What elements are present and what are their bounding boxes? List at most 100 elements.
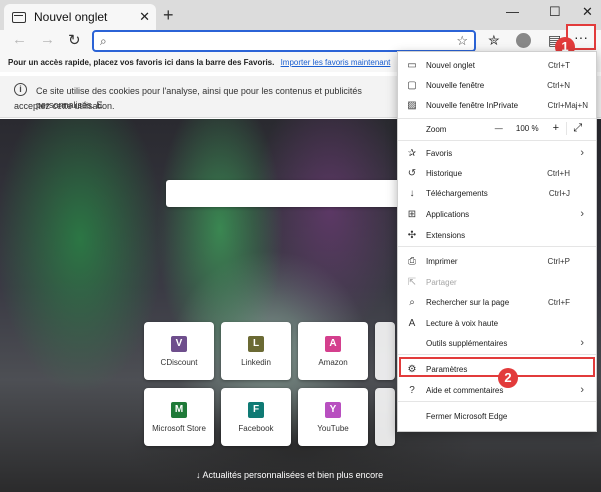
new-tab-icon: ▭ (407, 59, 417, 71)
help-icon: ? (409, 384, 415, 396)
chevron-right-icon: › (580, 147, 584, 159)
new-tab-button[interactable]: + (163, 5, 174, 26)
tile-letter: M (171, 402, 187, 418)
favorites-bar-text: Pour un accès rapide, placez vos favoris… (8, 58, 275, 67)
menu-shortcut: Ctrl+J (548, 188, 570, 198)
menu-label: Extensions (426, 230, 466, 240)
cookie-notice-text-2: acceptez cette utilisation. (14, 101, 115, 111)
chevron-right-icon: › (580, 384, 584, 396)
tab-close-icon[interactable]: ✕ (139, 9, 150, 25)
menu-new-tab[interactable]: ▭ Nouvel onglet Ctrl+T (398, 56, 596, 74)
menu-divider (398, 140, 596, 141)
menu-label: Nouvelle fenêtre InPrivate (426, 100, 519, 110)
tile-letter: F (248, 402, 264, 418)
tile-letter: L (248, 336, 264, 352)
zoom-level: 100 % (515, 123, 539, 133)
chevron-right-icon: › (580, 337, 584, 349)
menu-history[interactable]: ↺ Historique Ctrl+H (398, 164, 596, 182)
favorites-star-icon: ✰ (407, 147, 417, 159)
toolbar: ← → ↻ ⌕ ☆ ✮ ▤ (0, 30, 601, 52)
favorites-icon[interactable]: ✮ (488, 32, 500, 49)
menu-extensions[interactable]: ✣ Extensions (398, 226, 596, 244)
apps-icon: ⊞ (407, 208, 417, 220)
close-window-button[interactable]: ✕ (582, 4, 593, 20)
address-input[interactable] (118, 34, 438, 48)
extensions-icon: ✣ (407, 229, 417, 241)
tab-new-tab[interactable]: Nouvel onglet ✕ (4, 4, 156, 30)
print-icon: ⎙ (408, 255, 416, 267)
tile-microsoft-store[interactable]: M Microsoft Store (144, 388, 214, 446)
menu-share[interactable]: ⇱ Partager (398, 273, 596, 291)
tile-linkedin[interactable]: L Linkedin (221, 322, 291, 380)
menu-new-inprivate[interactable]: ▨ Nouvelle fenêtre InPrivate Ctrl+Maj+N (398, 96, 596, 114)
tile-label: Facebook (238, 424, 274, 433)
tile-label: Microsoft Store (152, 424, 206, 433)
menu-label: Applications (426, 209, 470, 219)
menu-print[interactable]: ⎙ Imprimer Ctrl+P (398, 252, 596, 270)
add-favorite-icon[interactable]: ☆ (456, 33, 468, 49)
tile-cdiscount[interactable]: V CDiscount (144, 322, 214, 380)
read-aloud-icon: A (408, 317, 416, 329)
menu-divider (398, 401, 596, 402)
address-bar[interactable]: ⌕ ☆ (92, 30, 476, 52)
new-window-icon: ▢ (407, 79, 417, 91)
minimize-button[interactable]: — (506, 4, 519, 19)
menu-label: Téléchargements (426, 188, 488, 198)
menu-label: Partager (426, 277, 457, 287)
download-icon: ↓ (409, 187, 415, 199)
menu-favorites[interactable]: ✰ Favoris › (398, 144, 596, 162)
tile-label: CDiscount (160, 358, 198, 367)
menu-more-tools[interactable]: Outils supplémentaires › (398, 334, 596, 352)
settings-highlight (399, 357, 595, 377)
menu-close-edge[interactable]: Fermer Microsoft Edge (398, 407, 596, 425)
menu-new-window[interactable]: ▢ Nouvelle fenêtre Ctrl+N (398, 76, 596, 94)
tab-title: Nouvel onglet (34, 10, 108, 24)
inprivate-icon: ▨ (407, 99, 417, 111)
tile-empty[interactable] (375, 388, 395, 446)
info-icon: i (14, 83, 27, 96)
menu-shortcut: Ctrl+P (547, 256, 570, 266)
menu-label: Imprimer (426, 256, 458, 266)
news-feed-link[interactable]: ↓ Actualités personnalisées et bien plus… (196, 470, 383, 480)
forward-button[interactable]: → (40, 31, 55, 48)
menu-label: Nouvelle fenêtre (426, 80, 485, 90)
menu-read-aloud[interactable]: A Lecture à voix haute (398, 314, 596, 332)
find-icon: ⌕ (409, 296, 415, 308)
tile-amazon[interactable]: A Amazon (298, 322, 368, 380)
tile-empty[interactable] (375, 322, 395, 380)
menu-label: Lecture à voix haute (426, 318, 499, 328)
zoom-out-button[interactable]: — (488, 124, 509, 133)
menu-divider (398, 354, 596, 355)
menu-label: Outils supplémentaires (426, 338, 508, 348)
tab-page-icon (12, 11, 26, 23)
back-button[interactable]: ← (12, 31, 27, 48)
menu-help[interactable]: ? Aide et commentaires › (398, 381, 596, 399)
menu-shortcut: Ctrl+T (548, 60, 570, 70)
history-icon: ↺ (407, 167, 417, 179)
refresh-button[interactable]: ↻ (68, 31, 81, 49)
tile-label: Linkedin (241, 358, 271, 367)
share-icon: ⇱ (407, 276, 417, 288)
menu-shortcut: Ctrl+H (547, 168, 570, 178)
maximize-button[interactable]: ☐ (549, 4, 561, 20)
menu-shortcut: Ctrl+N (547, 80, 570, 90)
tile-facebook[interactable]: F Facebook (221, 388, 291, 446)
import-favorites-link[interactable]: Importer les favoris maintenant (281, 58, 391, 67)
menu-divider (398, 246, 596, 247)
fullscreen-icon[interactable]: ⤢ (566, 121, 588, 135)
menu-label: Rechercher sur la page (426, 297, 510, 307)
tile-label: YouTube (317, 424, 349, 433)
step-badge-2: 2 (498, 368, 518, 388)
menu-shortcut: Ctrl+F (548, 297, 570, 307)
menu-find[interactable]: ⌕ Rechercher sur la page Ctrl+F (398, 293, 596, 311)
tile-letter: V (171, 336, 187, 352)
menu-apps[interactable]: ⊞ Applications › (398, 205, 596, 223)
search-icon: ⌕ (100, 34, 107, 48)
tile-youtube[interactable]: Y YouTube (298, 388, 368, 446)
menu-zoom: Zoom — 100 % + ⤢ (398, 119, 596, 139)
menu-label: Nouvel onglet (426, 60, 475, 70)
menu-label: Fermer Microsoft Edge (426, 411, 508, 421)
profile-avatar[interactable] (516, 33, 531, 48)
menu-downloads[interactable]: ↓ Téléchargements Ctrl+J (398, 184, 596, 202)
zoom-in-button[interactable]: + (545, 122, 566, 134)
